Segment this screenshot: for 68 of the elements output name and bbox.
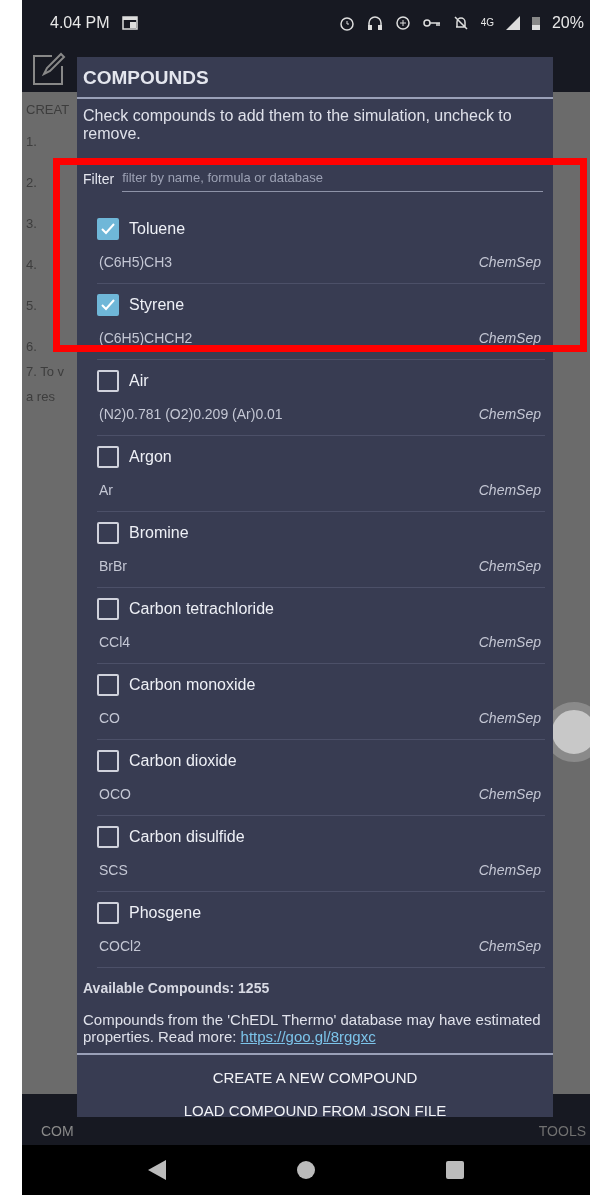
compound-name: Bromine [129,524,189,543]
compound-name: Air [129,372,149,391]
database-label: ChemSep [478,862,541,879]
checkbox[interactable] [97,370,119,393]
checkbox[interactable] [97,674,119,697]
checkbox[interactable] [97,294,119,317]
compound-name: Styrene [129,296,185,315]
dialog-button[interactable]: LOAD COMPOUND FROM JSON FILE [171,1094,459,1128]
database-label: ChemSep [478,482,541,499]
battery-icon [531,15,540,30]
database-label: ChemSep [478,254,541,271]
checkbox[interactable] [97,750,119,773]
database-label: ChemSep [478,406,541,423]
tab[interactable]: TOOLS [538,1123,590,1139]
database-label: ChemSep [478,634,541,651]
compound-name: Carbon disulfide [129,828,245,847]
database-label: ChemSep [478,938,541,955]
checkbox[interactable] [97,826,119,849]
dialog-title: COMPOUNDS [77,57,553,99]
headphones-icon [366,14,383,31]
database-note: Compounds from the 'ChEDL Thermo' database may have estimated properties. Read more: https://goo.gl/8rggxc [82,1010,542,1047]
compound-formula: CO [99,710,120,727]
checkbox[interactable] [97,598,119,621]
checkbox[interactable] [97,446,119,469]
compound-formula: SCS [99,862,128,879]
back-icon[interactable] [147,1160,166,1180]
compound-name: Carbon tetrachloride [129,600,274,619]
home-icon[interactable] [297,1161,315,1179]
compound-formula: Ar [99,482,113,499]
database-label: ChemSep [478,786,541,803]
filter-field[interactable]: filter by name, formula or database [122,166,543,193]
compound-name: Phosgene [129,904,202,923]
compound-formula: (N2)0.781 (O2)0.209 (Ar)0.01 [99,406,283,423]
checkmark-icon [101,223,115,236]
alarm-icon [338,14,355,31]
recents-icon[interactable] [446,1161,465,1179]
compound-formula: COCl2 [99,938,141,955]
key-icon [422,17,441,28]
compound-name: Toluene [129,220,186,239]
edit-icon[interactable] [32,51,66,86]
notifications-off-icon [452,14,469,31]
compound-formula: BrBr [99,558,127,575]
database-label: ChemSep [478,558,541,575]
data-saver-icon [394,14,411,31]
tab[interactable]: COM [41,1123,78,1139]
filter-label: Filter [83,171,115,188]
checkmark-icon [101,299,115,312]
database-label: ChemSep [478,710,541,727]
calendar-icon [121,15,138,30]
checkbox[interactable] [97,522,119,545]
signal-icon [505,15,520,30]
database-label: ChemSep [478,330,541,347]
compound-name: Carbon dioxide [129,752,237,771]
checkbox[interactable] [97,218,119,241]
dialog-description: Check compounds to add them to the simulation, uncheck to remove. [82,106,513,143]
compound-name: Carbon monoxide [129,676,256,695]
network-label: 4G [480,17,494,28]
available-count: Available Compounds: 1255 [82,979,271,997]
battery-level: 20% [551,13,584,32]
dialog-button[interactable]: CREATE A NEW COMPOUND [200,1061,430,1095]
info-link[interactable]: https://goo.gl/8rggxc [240,1027,376,1045]
compound-formula: (C6H5)CHCH2 [99,330,193,347]
checkbox[interactable] [97,902,119,925]
compound-formula: (C6H5)CH3 [99,254,173,271]
compound-formula: CCl4 [99,634,131,651]
compound-name: Argon [129,448,172,467]
status-time: 4.04 PM [50,13,110,32]
compound-formula: OCO [99,786,131,803]
